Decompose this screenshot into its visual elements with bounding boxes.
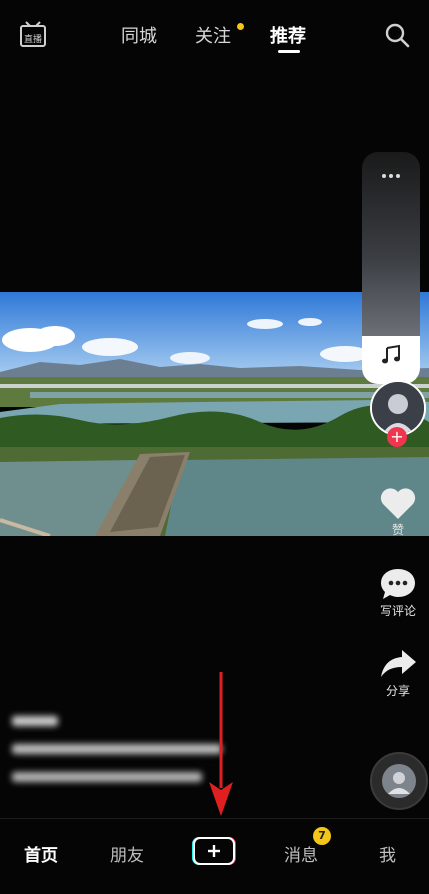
comment-icon (381, 569, 415, 599)
follow-button[interactable]: + (387, 427, 407, 447)
live-icon[interactable]: 直播 (20, 20, 46, 48)
share-icon (381, 650, 416, 677)
music-note-icon[interactable] (380, 344, 402, 366)
comment-button[interactable]: 写评论 (374, 566, 422, 619)
red-arrow-annotation (207, 670, 235, 818)
music-disc[interactable] (370, 752, 428, 810)
more-icon[interactable] (379, 166, 403, 178)
nav-messages[interactable]: 消息 (284, 841, 318, 866)
heart-icon (380, 488, 416, 519)
share-label: 分享 (385, 684, 410, 698)
create-post-button[interactable] (192, 837, 236, 865)
nav-friends[interactable]: 朋友 (110, 841, 144, 866)
share-button[interactable]: 分享 (376, 646, 420, 699)
like-label: 赞 (391, 523, 404, 537)
video-caption-blurred (12, 716, 342, 792)
active-tab-underline (278, 50, 300, 53)
live-icon-text: 直播 (24, 33, 42, 45)
comment-label: 写评论 (379, 604, 416, 618)
nav-home[interactable]: 首页 (24, 841, 58, 866)
top-bar: 直播 同城 关注 推荐 (0, 0, 429, 70)
following-new-dot (237, 23, 244, 30)
nav-me[interactable]: 我 (379, 841, 396, 866)
bottom-nav: 首页 朋友 消息 7 我 (0, 818, 429, 894)
message-count-badge: 7 (313, 827, 331, 845)
like-button[interactable]: 赞 (376, 485, 420, 538)
search-icon[interactable] (384, 22, 410, 48)
tab-following[interactable]: 关注 (195, 22, 231, 48)
tab-local[interactable]: 同城 (121, 22, 157, 48)
tab-recommend[interactable]: 推荐 (270, 22, 306, 48)
